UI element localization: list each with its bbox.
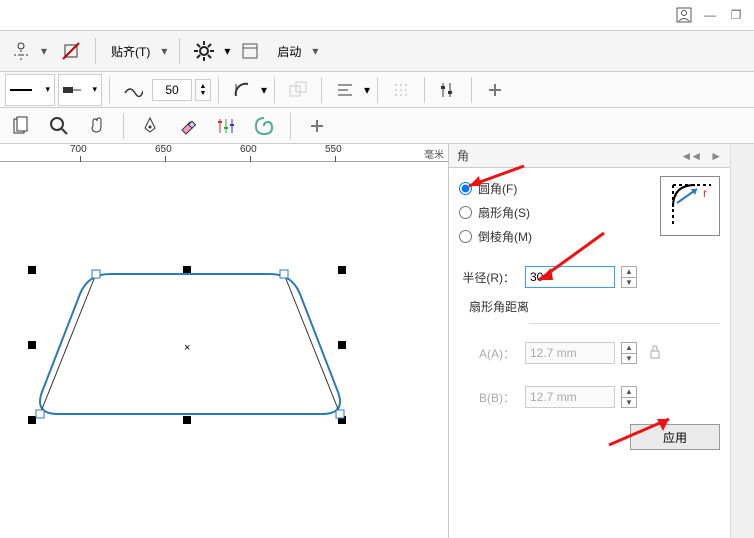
svg-text:r: r (703, 186, 707, 200)
pen-tool-button[interactable] (134, 110, 166, 142)
settings-button[interactable] (188, 35, 220, 67)
layout-button[interactable] (234, 35, 266, 67)
restore-button[interactable]: ❐ (728, 7, 744, 23)
horizontal-ruler: 700 650 600 550 毫米 (0, 144, 448, 162)
pan-button[interactable] (81, 110, 113, 142)
corner-preview: r (660, 176, 720, 236)
corners-docker: 角 ◄◄ ► 圆角(F) 扇形角(S) 倒棱角(M) (448, 144, 754, 538)
align-button[interactable] (329, 74, 361, 106)
freehand-smooth-icon (117, 74, 149, 106)
canvas-area[interactable]: 700 650 600 550 毫米 × (0, 144, 448, 538)
spinner-control[interactable]: ▲▼ (195, 79, 211, 101)
arc-caret[interactable]: ▾ (261, 83, 267, 97)
align-caret[interactable]: ▾ (364, 83, 370, 97)
equalizer-button[interactable] (210, 110, 242, 142)
radius-field: 半径(R)： ▲▼ (459, 262, 720, 292)
sliders-button[interactable] (432, 74, 464, 106)
launch-label: 启动 (277, 43, 301, 60)
add-button[interactable] (479, 74, 511, 106)
minimize-button[interactable]: — (702, 7, 718, 23)
docker-header: 角 ◄◄ ► (449, 144, 730, 168)
main-toolbar: ▾ 贴齐(T) ▾ ▾ 启动 ▾ (0, 30, 754, 72)
b-label: B(B)： (459, 389, 519, 406)
cap-style-dropdown[interactable]: ▾ (58, 74, 102, 106)
remove-guides-button[interactable] (55, 35, 87, 67)
scallop-group-label: 扇形角距离 (459, 298, 720, 315)
content-area: 700 650 600 550 毫米 × (0, 144, 754, 538)
guides-dropdown[interactable]: ▾ (5, 35, 51, 67)
property-bar: ▾ ▾ ▲▼ ▾ ▾ (0, 72, 754, 108)
lock-icon[interactable] (649, 345, 661, 362)
radius-label: 半径(R)： (459, 269, 519, 286)
a-field: A(A)： ▲▼ (459, 338, 720, 368)
arc-tool-button[interactable] (226, 74, 258, 106)
eraser-tool-button[interactable] (172, 110, 204, 142)
snap-dropdown[interactable]: 贴齐(T) ▾ (104, 35, 171, 67)
smooth-value-input[interactable] (152, 79, 192, 101)
weld-button[interactable] (282, 74, 314, 106)
line-style-dropdown[interactable]: ▾ (5, 74, 55, 106)
title-bar: — ❐ (0, 0, 754, 30)
distribute-button[interactable] (385, 74, 417, 106)
b-input (525, 386, 615, 408)
b-spinner: ▲▼ (621, 386, 637, 408)
a-input (525, 342, 615, 364)
docker-nav-next[interactable]: ► (710, 149, 722, 163)
selected-shape[interactable] (30, 262, 350, 432)
round-radio-input[interactable] (459, 182, 472, 195)
chamfer-radio-input[interactable] (459, 230, 472, 243)
user-icon[interactable] (676, 7, 692, 23)
a-spinner: ▲▼ (621, 342, 637, 364)
docker-tabs[interactable] (730, 144, 754, 538)
snap-label: 贴齐(T) (111, 43, 150, 60)
launch-dropdown[interactable]: 启动 ▾ (270, 35, 322, 67)
ruler-unit: 毫米 (424, 146, 444, 161)
page-button[interactable] (5, 110, 37, 142)
radius-input[interactable] (525, 266, 615, 288)
add-tool-button[interactable] (301, 110, 333, 142)
tool-toolbar (0, 108, 754, 144)
apply-button[interactable]: 应用 (630, 424, 720, 450)
docker-nav-prev[interactable]: ◄◄ (680, 149, 700, 163)
canvas[interactable]: × (0, 162, 448, 538)
zoom-button[interactable] (43, 110, 75, 142)
spiral-tool-button[interactable] (248, 110, 280, 142)
settings-caret[interactable]: ▾ (224, 44, 230, 58)
b-field: B(B)： ▲▼ (459, 382, 720, 412)
scallop-radio-input[interactable] (459, 206, 472, 219)
a-label: A(A)： (459, 345, 519, 362)
radius-spinner[interactable]: ▲▼ (621, 266, 637, 288)
docker-title: 角 (457, 147, 469, 164)
